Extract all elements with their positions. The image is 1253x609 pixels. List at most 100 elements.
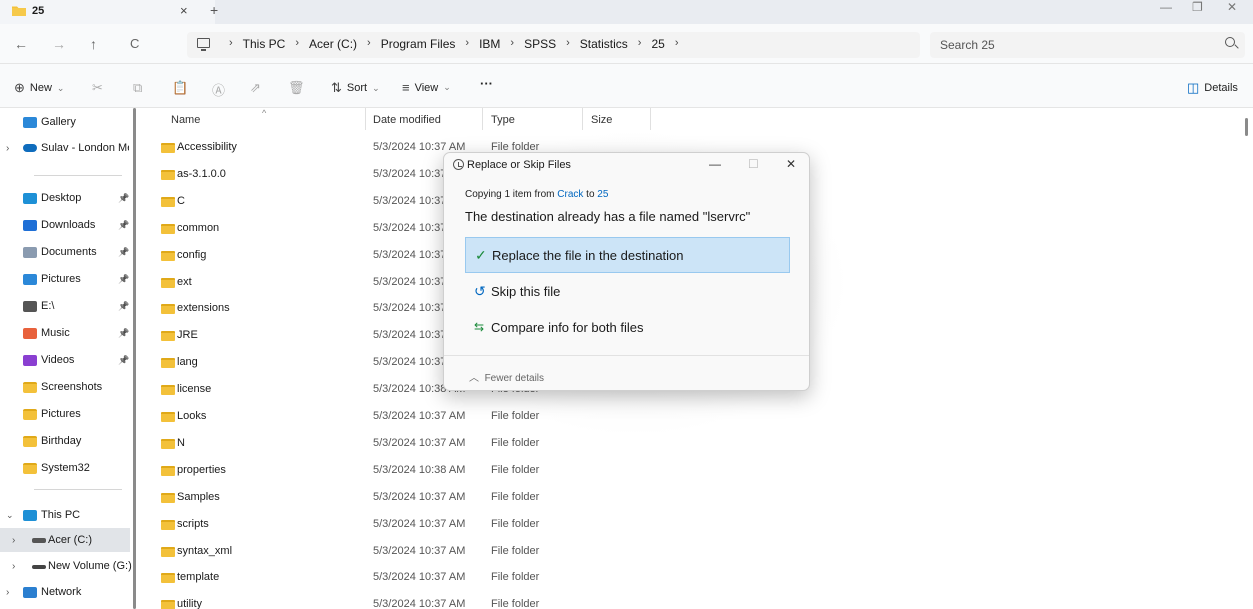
pin-icon[interactable]: 📌 bbox=[118, 220, 129, 231]
view-button[interactable]: ≡ View ⌄ bbox=[402, 80, 451, 95]
file-row[interactable]: properties 5/3/2024 10:38 AM File folder bbox=[145, 457, 845, 484]
delete-icon[interactable]: 🗑 bbox=[288, 80, 305, 96]
chevron-right-icon[interactable]: › bbox=[12, 535, 15, 546]
breadcrumb-ibm[interactable]: IBM bbox=[479, 37, 500, 51]
sidebar-item-screenshots[interactable]: Screenshots bbox=[0, 375, 130, 399]
pin-icon[interactable]: 📌 bbox=[118, 193, 129, 204]
file-name: template bbox=[177, 571, 220, 584]
new-button[interactable]: ⊕ New ⌄ bbox=[14, 80, 64, 96]
chevron-down-icon[interactable]: ⌄ bbox=[6, 510, 14, 521]
sidebar-item-downloads[interactable]: Downloads 📌 bbox=[0, 213, 130, 237]
breadcrumb-program-files[interactable]: Program Files bbox=[381, 37, 456, 51]
chevron-right-icon[interactable]: › bbox=[510, 37, 514, 51]
replace-file-option[interactable]: ✓ Replace the file in the destination bbox=[465, 237, 790, 273]
file-type: File folder bbox=[491, 517, 540, 530]
fewer-details-button[interactable]: ︿ Fewer details bbox=[469, 369, 544, 384]
file-list-scrollbar[interactable] bbox=[1245, 118, 1248, 136]
sidebar-item-desktop[interactable]: Desktop 📌 bbox=[0, 186, 130, 210]
column-divider[interactable] bbox=[365, 108, 366, 130]
skip-file-option[interactable]: ↺ Skip this file bbox=[465, 273, 790, 309]
details-button[interactable]: ◫ Details bbox=[1187, 80, 1238, 96]
destination-link[interactable]: 25 bbox=[597, 189, 608, 200]
file-type: File folder bbox=[491, 544, 540, 557]
folder-icon bbox=[23, 462, 37, 474]
minimize-button[interactable]: — bbox=[1160, 0, 1172, 14]
file-row[interactable]: utility 5/3/2024 10:37 AM File folder bbox=[145, 591, 845, 609]
back-icon[interactable]: ← bbox=[14, 36, 28, 52]
pin-icon[interactable]: 📌 bbox=[118, 355, 129, 366]
column-divider[interactable] bbox=[482, 108, 483, 130]
column-header-size[interactable]: Size bbox=[591, 114, 612, 126]
share-icon[interactable]: ⇗ bbox=[250, 80, 261, 96]
up-icon[interactable]: ↑ bbox=[90, 36, 97, 52]
column-header-name[interactable]: Name bbox=[171, 114, 200, 126]
refresh-icon[interactable]: C bbox=[130, 36, 139, 51]
file-row[interactable]: syntax_xml 5/3/2024 10:37 AM File folder bbox=[145, 538, 845, 565]
close-tab-icon[interactable]: × bbox=[180, 3, 188, 18]
breadcrumb-25[interactable]: 25 bbox=[651, 37, 664, 51]
sidebar-item-new-volume[interactable]: › New Volume (G:) bbox=[0, 554, 132, 578]
sidebar-item-birthday[interactable]: Birthday bbox=[0, 429, 130, 453]
source-link[interactable]: Crack bbox=[557, 189, 583, 200]
file-row[interactable]: scripts 5/3/2024 10:37 AM File folder bbox=[145, 511, 845, 538]
sidebar-scrollbar[interactable] bbox=[133, 108, 136, 609]
file-row[interactable]: Samples 5/3/2024 10:37 AM File folder bbox=[145, 484, 845, 511]
sidebar-item-videos[interactable]: Videos 📌 bbox=[0, 348, 130, 372]
chevron-right-icon[interactable]: › bbox=[229, 37, 233, 51]
breadcrumb-acer[interactable]: Acer (C:) bbox=[309, 37, 357, 51]
chevron-right-icon[interactable]: › bbox=[566, 37, 570, 51]
column-divider[interactable] bbox=[650, 108, 651, 130]
breadcrumb-spss[interactable]: SPSS bbox=[524, 37, 556, 51]
pin-icon[interactable]: 📌 bbox=[118, 328, 129, 339]
rename-icon[interactable]: Ⓐ bbox=[212, 80, 225, 99]
sidebar-item-pictures[interactable]: Pictures bbox=[0, 402, 130, 426]
sidebar-item-label: Pictures bbox=[41, 408, 81, 420]
cut-icon[interactable]: ✂ bbox=[92, 80, 103, 96]
close-window-button[interactable]: ✕ bbox=[1227, 0, 1237, 14]
folder-icon bbox=[161, 546, 175, 557]
sidebar-item-acer[interactable]: › Acer (C:) bbox=[0, 528, 130, 552]
chevron-right-icon[interactable]: › bbox=[6, 143, 9, 154]
breadcrumb-statistics[interactable]: Statistics bbox=[580, 37, 628, 51]
column-header-type[interactable]: Type bbox=[491, 114, 515, 126]
chevron-right-icon[interactable]: › bbox=[12, 561, 15, 572]
tab-25[interactable]: 25 × bbox=[0, 0, 215, 24]
chevron-right-icon[interactable]: › bbox=[465, 37, 469, 51]
sort-button[interactable]: ⇅ Sort ⌄ bbox=[331, 80, 380, 96]
forward-icon[interactable]: → bbox=[52, 36, 66, 52]
sidebar-item-system32[interactable]: System32 bbox=[0, 456, 130, 480]
sidebar-item-e[interactable]: E:\ 📌 bbox=[0, 294, 130, 318]
more-options-button[interactable]: ··· bbox=[480, 76, 493, 91]
file-row[interactable]: template 5/3/2024 10:37 AM File folder bbox=[145, 564, 845, 591]
dialog-minimize-button[interactable]: — bbox=[709, 157, 721, 171]
music-icon bbox=[23, 327, 37, 339]
sidebar-item-documents[interactable]: Documents 📌 bbox=[0, 240, 130, 264]
pin-icon[interactable]: 📌 bbox=[118, 301, 129, 312]
search-input[interactable]: Search 25 bbox=[930, 32, 1245, 58]
copy-icon[interactable]: ⧉ bbox=[133, 80, 142, 96]
conflict-message: The destination already has a file named… bbox=[465, 209, 751, 224]
column-header-date[interactable]: Date modified bbox=[373, 114, 441, 126]
sidebar-item-pictures[interactable]: Pictures 📌 bbox=[0, 267, 130, 291]
address-bar[interactable]: › This PC › Acer (C:) › Program Files › … bbox=[187, 32, 920, 58]
chevron-right-icon[interactable]: › bbox=[675, 37, 679, 51]
new-tab-button[interactable]: + bbox=[210, 2, 218, 18]
sidebar-item-onedrive[interactable]: › Sulav - London Metr bbox=[0, 136, 130, 160]
chevron-right-icon[interactable]: › bbox=[638, 37, 642, 51]
pin-icon[interactable]: 📌 bbox=[118, 247, 129, 258]
chevron-right-icon[interactable]: › bbox=[6, 587, 9, 598]
file-type: File folder bbox=[491, 598, 540, 609]
column-divider[interactable] bbox=[582, 108, 583, 130]
sidebar-item-gallery[interactable]: Gallery bbox=[0, 110, 130, 134]
pin-icon[interactable]: 📌 bbox=[118, 274, 129, 285]
sidebar-item-network[interactable]: › Network bbox=[0, 580, 130, 604]
chevron-right-icon[interactable]: › bbox=[367, 37, 371, 51]
maximize-button[interactable]: ❐ bbox=[1192, 0, 1203, 14]
compare-files-option[interactable]: ⇆ Compare info for both files bbox=[465, 309, 790, 345]
dialog-close-button[interactable]: ✕ bbox=[786, 157, 796, 171]
sidebar-item-this-pc[interactable]: ⌄ This PC bbox=[0, 503, 130, 527]
breadcrumb-this-pc[interactable]: This PC bbox=[243, 37, 286, 51]
paste-icon[interactable]: 📋 bbox=[172, 80, 188, 96]
sidebar-item-music[interactable]: Music 📌 bbox=[0, 321, 130, 345]
chevron-right-icon[interactable]: › bbox=[295, 37, 299, 51]
